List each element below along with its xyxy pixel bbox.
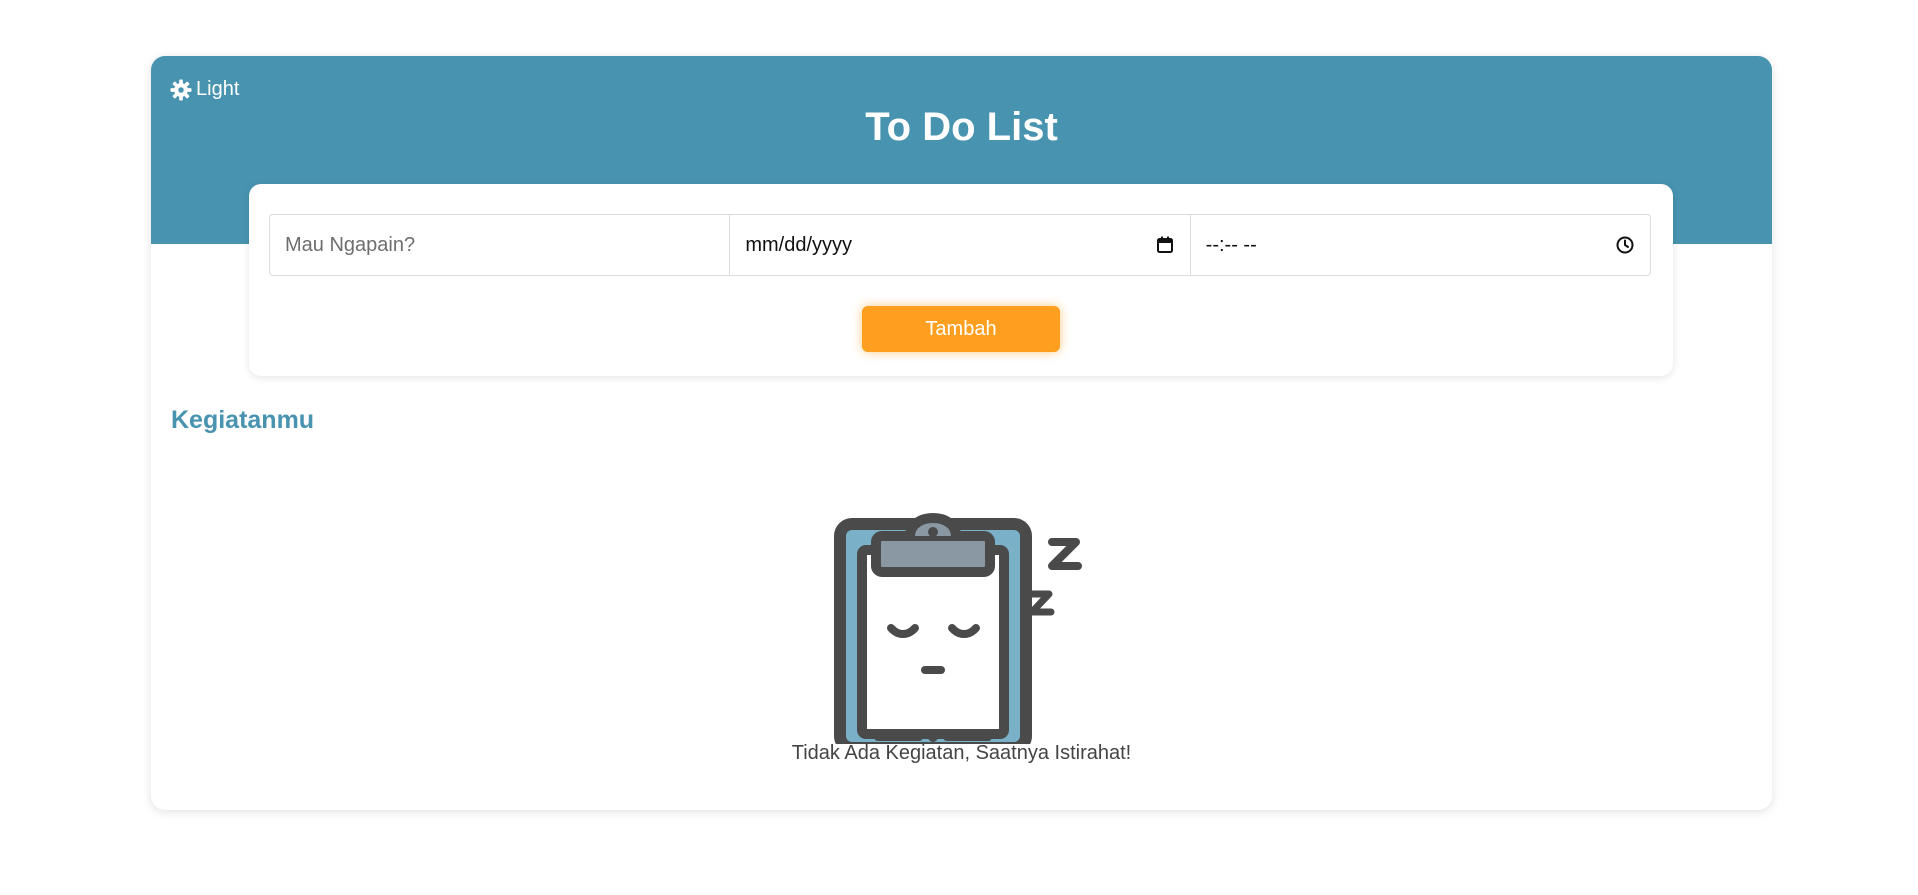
time-input[interactable]: --:-- -- (1189, 215, 1650, 275)
theme-toggle[interactable]: Light (170, 78, 239, 101)
todo-card: Light To Do List Mau Ngapain? mm/dd/yyyy… (151, 56, 1772, 810)
input-group: Mau Ngapain? mm/dd/yyyy --:-- -- (269, 214, 1651, 276)
activities-heading: Kegiatanmu (171, 406, 315, 434)
date-input-value: mm/dd/yyyy (745, 233, 853, 256)
task-input[interactable]: Mau Ngapain? (270, 215, 729, 275)
theme-toggle-label: Light (196, 78, 240, 100)
page-title: To Do List (865, 105, 1058, 149)
add-task-form: Mau Ngapain? mm/dd/yyyy --:-- -- Tambah (249, 184, 1673, 376)
date-input[interactable]: mm/dd/yyyy (729, 215, 1189, 275)
time-input-value: --:-- -- (1205, 233, 1257, 256)
gear-icon (170, 78, 192, 101)
clock-icon[interactable] (1615, 235, 1635, 255)
task-input-placeholder: Mau Ngapain? (285, 233, 416, 256)
calendar-icon[interactable] (1155, 235, 1175, 255)
empty-state-message: Tidak Ada Kegiatan, Saatnya Istirahat! (791, 742, 1132, 764)
add-button[interactable]: Tambah (862, 306, 1060, 352)
sleeping-clipboard-icon (834, 513, 1082, 744)
